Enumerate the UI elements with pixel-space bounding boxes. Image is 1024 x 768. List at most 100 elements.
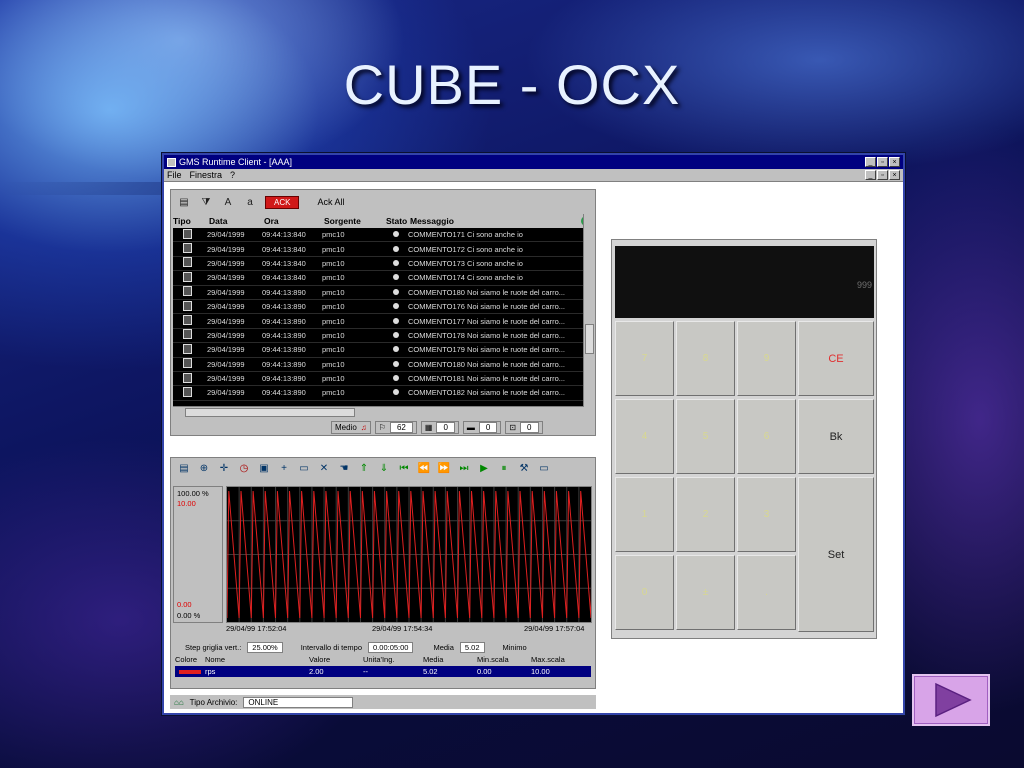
- count-value-1: 62: [389, 422, 413, 433]
- maximize-button[interactable]: ▫: [877, 157, 888, 167]
- minimize-button[interactable]: _: [865, 157, 876, 167]
- col-data[interactable]: Data: [209, 216, 264, 226]
- stato-icon: [384, 230, 408, 239]
- key-6[interactable]: 6: [737, 399, 796, 474]
- row-sorgente: pmc10: [322, 287, 345, 297]
- legend-row[interactable]: rps 2.00 -- 5.02 0.00 10.00: [175, 666, 591, 677]
- menu-help[interactable]: ?: [230, 170, 235, 180]
- open-icon[interactable]: ▤: [177, 461, 191, 475]
- trend-parameters: Step griglia vert.: 25.00% Intervallo di…: [185, 641, 595, 653]
- settings-icon[interactable]: ⚒: [517, 461, 531, 475]
- row-messaggio: COMMENTO172 Ci sono anche io: [408, 244, 523, 254]
- key-9[interactable]: 9: [737, 321, 796, 396]
- mdi-restore-button[interactable]: ▫: [877, 170, 888, 180]
- add-icon[interactable]: +: [277, 461, 291, 475]
- trend-chart: [226, 487, 594, 622]
- table-row[interactable]: 29/04/1999 09:44:13:890 pmc10 COMMENTO181 N…: [173, 372, 583, 387]
- table-row[interactable]: 29/04/1999 09:44:13:840 pmc10 COMMENTO173 C…: [173, 257, 583, 272]
- legend-media: 5.02: [423, 667, 438, 676]
- key-0[interactable]: 0: [615, 555, 674, 630]
- trend-plot[interactable]: [226, 486, 594, 623]
- monitor-icon[interactable]: ▭: [537, 461, 551, 475]
- alarm-horizontal-scrollbar[interactable]: [173, 406, 583, 418]
- table-row[interactable]: 29/04/1999 09:44:13:890 pmc10 COMMENTO182 N…: [173, 386, 583, 401]
- mdi-minimize-button[interactable]: _: [865, 170, 876, 180]
- tipo-icon: [173, 358, 207, 370]
- col-sorgente[interactable]: Sorgente: [324, 216, 386, 226]
- backspace-button[interactable]: Bk: [798, 399, 874, 474]
- edit-icon[interactable]: ▭: [297, 461, 311, 475]
- mdi-close-button[interactable]: ×: [889, 170, 900, 180]
- col-stato[interactable]: Stato: [386, 216, 410, 226]
- crosshair-icon[interactable]: ✛: [217, 461, 231, 475]
- play-icon[interactable]: ▶: [477, 461, 491, 475]
- ack-all-button[interactable]: Ack All: [317, 197, 344, 207]
- close-button[interactable]: ×: [889, 157, 900, 167]
- menu-finestra[interactable]: Finestra: [190, 170, 223, 180]
- tipo-icon: [173, 257, 207, 269]
- open-folder-icon[interactable]: ▤: [177, 195, 191, 209]
- first-icon[interactable]: ⏮: [397, 461, 411, 475]
- table-row[interactable]: 29/04/1999 09:44:13:840 pmc10 COMMENTO174 C…: [173, 271, 583, 286]
- font-smaller-icon[interactable]: a: [243, 195, 257, 209]
- key-decimal[interactable]: .: [737, 555, 796, 630]
- trend-panel: ▤ ⊕ ✛ ◷ ▣ + ▭ ✕ ☚ ⇑ ⇓ ⏮ ⏪ ⏩ ⏭ ▶ ⏸ ⚒ ▭ 10…: [170, 457, 596, 689]
- key-plusminus[interactable]: ±: [676, 555, 735, 630]
- table-row[interactable]: 29/04/1999 09:44:13:890 pmc10 COMMENTO178 N…: [173, 329, 583, 344]
- tipo-icon: [173, 315, 207, 327]
- zoom-icon[interactable]: ⊕: [197, 461, 211, 475]
- ack-button[interactable]: ACK: [265, 195, 300, 209]
- table-row[interactable]: 29/04/1999 09:44:13:890 pmc10 COMMENTO179 N…: [173, 343, 583, 358]
- row-ora: 09:44:13:890: [262, 359, 306, 369]
- count-cell-4: ⊡ 0: [505, 421, 543, 434]
- interval-value[interactable]: 0.00:05:00: [368, 641, 414, 653]
- key-4[interactable]: 4: [615, 399, 674, 474]
- step-value[interactable]: 25.00%: [247, 641, 283, 653]
- menu-file[interactable]: File: [167, 170, 182, 180]
- table-row[interactable]: 29/04/1999 09:44:13:840 pmc10 COMMENTO172 C…: [173, 242, 583, 257]
- col-tipo[interactable]: Tipo: [173, 216, 209, 226]
- key-2[interactable]: 2: [676, 477, 735, 552]
- row-sorgente: pmc10: [322, 345, 345, 355]
- row-messaggio: COMMENTO181 Noi siamo le ruote del carro…: [408, 374, 565, 384]
- hand-icon[interactable]: ☚: [337, 461, 351, 475]
- key-8[interactable]: 8: [676, 321, 735, 396]
- row-sorgente: pmc10: [322, 388, 345, 398]
- clock-icon[interactable]: ◷: [237, 461, 251, 475]
- tipo-icon: [173, 386, 207, 399]
- table-row[interactable]: 29/04/1999 09:44:13:890 pmc10 COMMENTO177 N…: [173, 314, 583, 329]
- col-ora[interactable]: Ora: [264, 216, 324, 226]
- rewind-icon[interactable]: ⏪: [417, 461, 431, 475]
- table-row[interactable]: 29/04/1999 09:44:13:840 pmc10 COMMENTO171 C…: [173, 228, 583, 243]
- table-row[interactable]: 29/04/1999 09:44:13:890 pmc10 COMMENTO176 N…: [173, 300, 583, 315]
- ce-button[interactable]: CE: [798, 321, 874, 396]
- count-value-4: 0: [520, 422, 539, 433]
- col-messaggio[interactable]: Messaggio: [410, 216, 581, 226]
- delete-icon[interactable]: ✕: [317, 461, 331, 475]
- next-slide-button[interactable]: [912, 674, 990, 726]
- scroll-down-icon[interactable]: ⇓: [377, 461, 391, 475]
- key-3[interactable]: 3: [737, 477, 796, 552]
- stato-icon: [384, 245, 408, 254]
- key-7[interactable]: 7: [615, 321, 674, 396]
- app-window: GMS Runtime Client - [AAA] _ ▫ × File Fi…: [162, 153, 905, 715]
- table-row[interactable]: 29/04/1999 09:44:13:890 pmc10 COMMENTO180 N…: [173, 286, 583, 300]
- set-button[interactable]: Set: [798, 477, 874, 632]
- key-5[interactable]: 5: [676, 399, 735, 474]
- scroll-up-icon[interactable]: ⇑: [357, 461, 371, 475]
- save-icon[interactable]: ▣: [257, 461, 271, 475]
- key-1[interactable]: 1: [615, 477, 674, 552]
- row-data: 29/04/1999: [207, 374, 245, 384]
- tipo-icon: [173, 271, 207, 284]
- app-icon: [167, 157, 176, 167]
- pause-icon[interactable]: ⏸: [497, 461, 511, 475]
- stato-icon: [384, 288, 408, 297]
- table-row[interactable]: 29/04/1999 09:44:13:890 pmc10 COMMENTO180 N…: [173, 358, 583, 372]
- mode-label: Medio: [335, 423, 357, 432]
- alarm-vertical-scrollbar[interactable]: [583, 214, 595, 407]
- forward-icon[interactable]: ⏩: [437, 461, 451, 475]
- font-larger-icon[interactable]: A: [221, 195, 235, 209]
- last-icon[interactable]: ⏭: [457, 461, 471, 475]
- stato-icon: [384, 259, 408, 268]
- filter-icon[interactable]: ⧩: [199, 195, 213, 209]
